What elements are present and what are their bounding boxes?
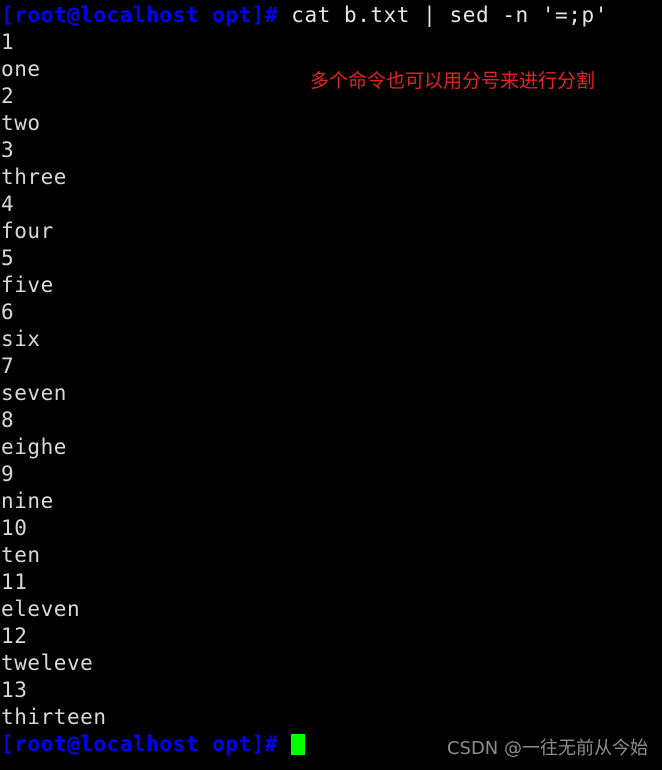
output-line: nine: [1, 489, 54, 513]
command-text: cat b.txt | sed -n '=;p': [291, 3, 608, 27]
output-line: 3: [1, 138, 15, 162]
output-line: 6: [1, 300, 15, 324]
output-line: tweleve: [1, 651, 94, 675]
command-prompt-line: [root@localhost opt]# cat b.txt | sed -n…: [1, 2, 662, 29]
annotation-note: 多个命令也可以用分号来进行分割: [310, 70, 596, 92]
output-line: 12: [1, 624, 28, 648]
output-line: 4: [1, 192, 15, 216]
output-line: four: [1, 219, 54, 243]
output-line: thirteen: [1, 705, 107, 729]
output-line: two: [1, 111, 41, 135]
output-line: 1: [1, 30, 15, 54]
output-line: eleven: [1, 597, 81, 621]
output-line: 13: [1, 678, 28, 702]
shell-prompt: [root@localhost opt]#: [1, 732, 292, 756]
terminal-output-area[interactable]: [root@localhost opt]# cat b.txt | sed -n…: [0, 0, 662, 758]
text-cursor: [291, 734, 306, 755]
output-line: seven: [1, 381, 67, 405]
output-line: five: [1, 273, 54, 297]
output-line: ten: [1, 543, 41, 567]
output-line: three: [1, 165, 67, 189]
output-line: 7: [1, 354, 15, 378]
csdn-watermark: CSDN @一往无前从今始: [446, 738, 648, 759]
shell-prompt: [root@localhost opt]#: [1, 3, 292, 27]
output-line: six: [1, 327, 41, 351]
output-line: eighe: [1, 435, 67, 459]
output-line: 9: [1, 462, 15, 486]
output-line: 5: [1, 246, 15, 270]
terminal-screen: [root@localhost opt]# cat b.txt | sed -n…: [0, 0, 662, 770]
output-line: 11: [1, 570, 28, 594]
output-line: 10: [1, 516, 28, 540]
output-line: 8: [1, 408, 15, 432]
